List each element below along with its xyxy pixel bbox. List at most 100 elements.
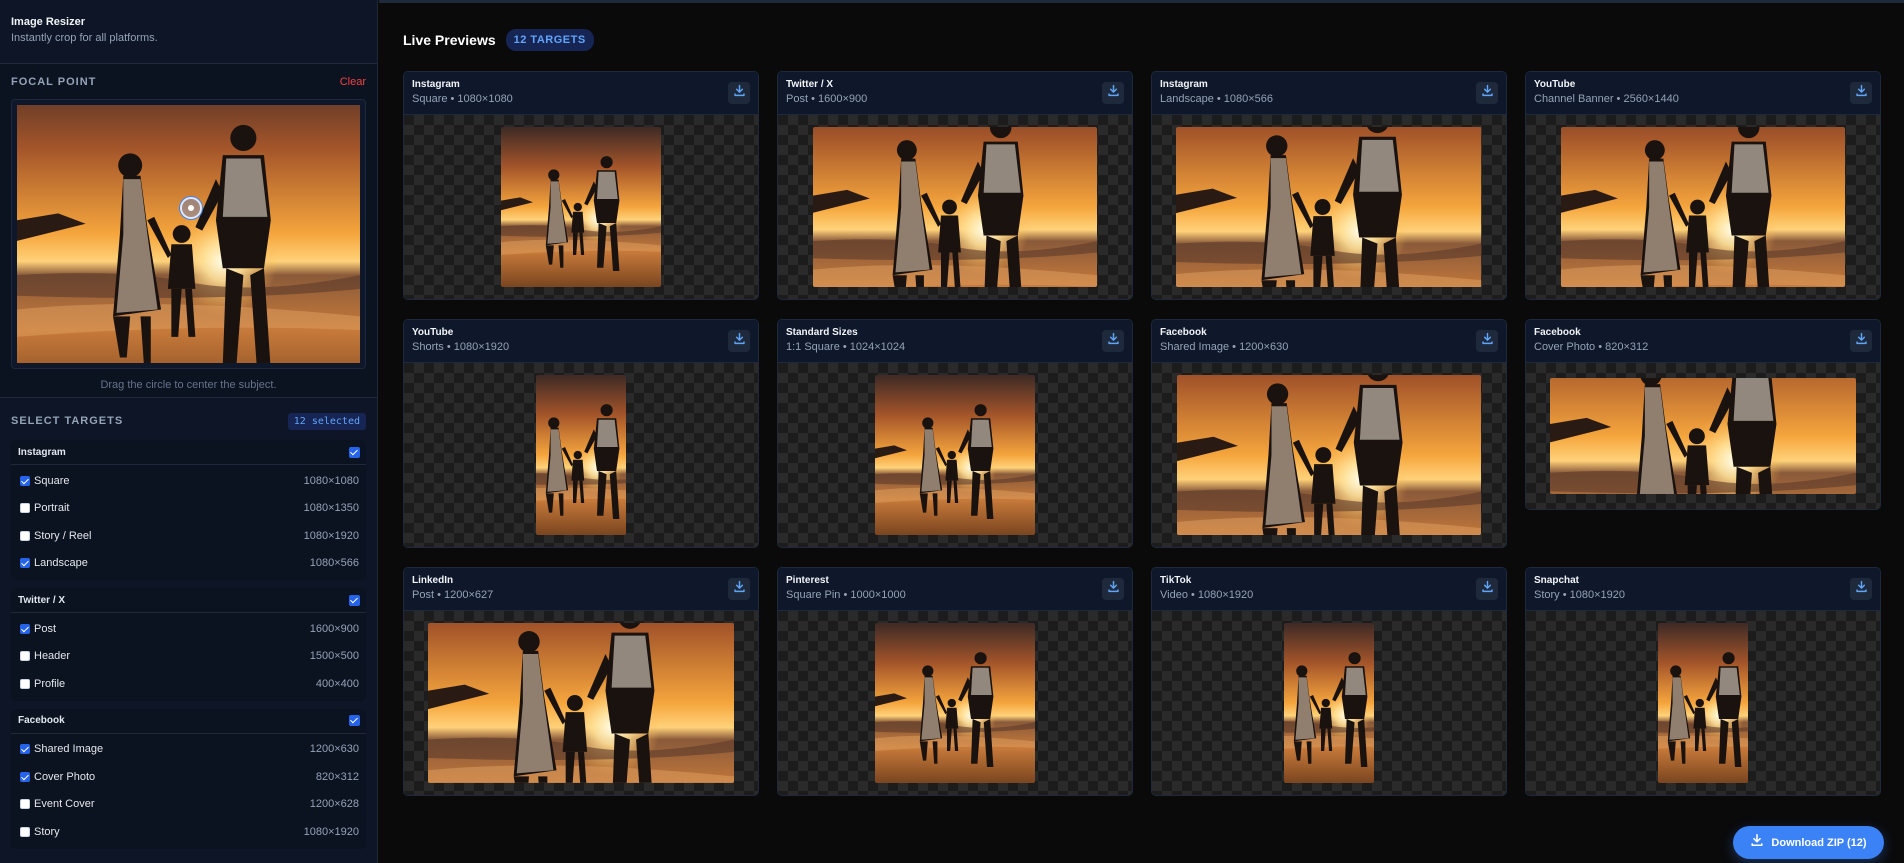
preview-image: [875, 623, 1035, 783]
preview-card: LinkedIn Post • 1200×627: [403, 567, 759, 796]
target-option-label: Landscape: [34, 557, 88, 570]
preview-card: Facebook Shared Image • 1200×630: [1151, 319, 1507, 548]
target-option[interactable]: Story / Reel 1080×1920: [11, 522, 366, 550]
target-checkbox[interactable]: [20, 475, 30, 486]
preview-image: [1176, 127, 1481, 287]
target-option[interactable]: Portrait 1080×1350: [11, 495, 366, 523]
target-checkbox[interactable]: [20, 771, 30, 782]
preview-canvas: [404, 115, 758, 299]
download-button[interactable]: [1102, 578, 1124, 600]
target-option-label: Header: [34, 650, 71, 663]
target-option-size: 400×400: [315, 677, 359, 690]
download-icon: [733, 580, 746, 598]
preview-image: [501, 127, 661, 287]
preview-platform: LinkedIn: [412, 575, 454, 586]
target-checkbox[interactable]: [20, 558, 30, 569]
preview-canvas: [404, 363, 758, 547]
preview-canvas: [778, 363, 1132, 547]
target-option[interactable]: Landscape 1080×566: [11, 550, 366, 578]
download-button[interactable]: [1476, 330, 1498, 352]
preview-card: Standard Sizes 1:1 Square • 1024×1024: [777, 319, 1133, 548]
download-button[interactable]: [1102, 330, 1124, 352]
target-option[interactable]: Header 1500×500: [11, 643, 366, 671]
download-button[interactable]: [1850, 82, 1872, 104]
target-option[interactable]: Cover Photo 820×312: [11, 763, 366, 791]
download-button[interactable]: [728, 82, 750, 104]
download-button[interactable]: [1102, 82, 1124, 104]
target-group: Instagram Square 1080×1080 Portrait 1080…: [11, 440, 366, 580]
download-button[interactable]: [1850, 330, 1872, 352]
focal-point-handle[interactable]: [180, 197, 202, 219]
target-checkbox[interactable]: [20, 623, 30, 634]
group-select-all-checkbox[interactable]: [349, 446, 360, 458]
target-groups: Instagram Square 1080×1080 Portrait 1080…: [0, 440, 377, 849]
target-option[interactable]: Post 1600×900: [11, 615, 366, 643]
target-checkbox[interactable]: [20, 799, 30, 810]
target-checkbox[interactable]: [20, 503, 30, 514]
target-option[interactable]: Story 1080×1920: [11, 818, 366, 846]
preview-card: Snapchat Story • 1080×1920: [1525, 567, 1881, 796]
preview-card-header: Instagram Landscape • 1080×566: [1152, 72, 1506, 115]
download-button[interactable]: [1476, 578, 1498, 600]
target-option[interactable]: Event Cover 1200×628: [11, 791, 366, 819]
source-image[interactable]: [17, 105, 360, 363]
download-button[interactable]: [1476, 82, 1498, 104]
download-icon: [733, 332, 746, 350]
group-select-all-checkbox[interactable]: [349, 594, 360, 606]
preview-card-header: TikTok Video • 1080×1920: [1152, 568, 1506, 611]
download-zip-button[interactable]: Download ZIP (12): [1733, 826, 1884, 859]
download-icon: [1481, 332, 1494, 350]
target-option[interactable]: Profile 400×400: [11, 670, 366, 698]
target-checkbox[interactable]: [20, 826, 30, 837]
target-checkbox[interactable]: [20, 530, 30, 541]
preview-image: [428, 623, 734, 783]
target-option[interactable]: Square 1080×1080: [11, 467, 366, 495]
download-icon: [1855, 332, 1868, 350]
download-icon: [1107, 84, 1120, 102]
download-icon: [1481, 580, 1494, 598]
group-select-all-checkbox[interactable]: [349, 715, 360, 726]
target-option-label: Story / Reel: [34, 529, 92, 542]
target-checkbox[interactable]: [20, 678, 30, 689]
target-group-header: Twitter / X: [11, 588, 366, 613]
previews-header: Live Previews 12 TARGETS: [403, 29, 594, 51]
target-option-size: 1080×566: [309, 557, 359, 570]
preview-canvas: [778, 115, 1132, 299]
target-checkbox[interactable]: [20, 744, 30, 755]
preview-card: Pinterest Square Pin • 1000×1000: [777, 567, 1133, 796]
previews-panel: Live Previews 12 TARGETS Instagram Squar…: [379, 0, 1904, 863]
target-option[interactable]: Shared Image 1200×630: [11, 736, 366, 764]
download-button[interactable]: [1850, 578, 1872, 600]
preview-spec: Post • 1600×900: [786, 93, 868, 105]
preview-platform: Pinterest: [786, 575, 829, 586]
target-option-size: 1200×628: [309, 798, 359, 811]
target-option-size: 820×312: [315, 770, 359, 783]
preview-platform: YouTube: [412, 327, 454, 338]
download-icon: [1107, 580, 1120, 598]
target-checkbox[interactable]: [20, 651, 30, 662]
target-option-size: 1080×1920: [303, 825, 359, 838]
preview-card: Facebook Cover Photo • 820×312: [1525, 319, 1881, 510]
download-button[interactable]: [728, 330, 750, 352]
target-option-label: Story: [34, 825, 60, 838]
target-group-name: Facebook: [18, 715, 65, 726]
sidebar: Image Resizer Instantly crop for all pla…: [0, 0, 378, 863]
download-button[interactable]: [728, 578, 750, 600]
target-option-label: Profile: [34, 677, 66, 690]
preview-card: Instagram Square • 1080×1080: [403, 71, 759, 300]
preview-card: YouTube Shorts • 1080×1920: [403, 319, 759, 548]
target-option-label: Post: [34, 622, 57, 635]
preview-card: YouTube Channel Banner • 2560×1440: [1525, 71, 1881, 300]
preview-card: TikTok Video • 1080×1920: [1151, 567, 1507, 796]
preview-canvas: [778, 611, 1132, 795]
preview-spec: Square Pin • 1000×1000: [786, 589, 906, 601]
target-option-label: Shared Image: [34, 743, 104, 756]
preview-spec: Story • 1080×1920: [1534, 589, 1626, 601]
preview-platform: Instagram: [412, 79, 460, 90]
preview-image: [536, 375, 626, 535]
target-group-name: Instagram: [18, 446, 66, 458]
clear-focal-button[interactable]: Clear: [340, 76, 366, 88]
focal-point-hint: Drag the circle to center the subject.: [100, 379, 277, 391]
download-icon: [1855, 580, 1868, 598]
preview-card-header: Snapchat Story • 1080×1920: [1526, 568, 1880, 611]
